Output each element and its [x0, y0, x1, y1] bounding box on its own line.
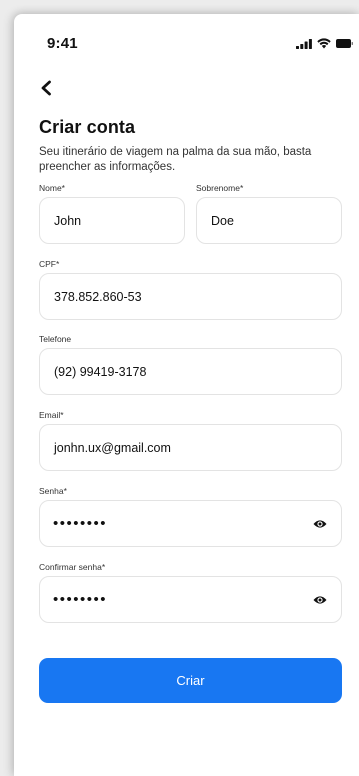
page-subtitle: Seu itinerário de viagem na palma da sua…	[39, 146, 312, 173]
telefone-input[interactable]: (92) 99419-3178	[39, 348, 342, 395]
sobrenome-label: Sobrenome*	[196, 183, 244, 193]
nome-label: Nome*	[39, 183, 65, 193]
cpf-input[interactable]: 378.852.860-53	[39, 273, 342, 320]
senha-value: ••••••••	[53, 515, 108, 532]
eye-icon[interactable]	[313, 518, 327, 530]
sobrenome-value: Doe	[211, 213, 234, 228]
back-chevron-icon[interactable]	[39, 80, 53, 96]
nome-value: John	[54, 213, 82, 228]
telefone-label: Telefone	[39, 334, 72, 344]
senha-label: Senha*	[39, 486, 67, 496]
confirmar-senha-value: ••••••••	[53, 591, 108, 608]
email-value: jonhn.ux@gmail.com	[54, 440, 171, 455]
nome-input[interactable]: John	[39, 197, 185, 244]
email-label: Email*	[39, 410, 64, 420]
page-title: Criar conta	[39, 117, 136, 137]
telefone-value: (92) 99419-3178	[54, 364, 147, 379]
confirmar-senha-label: Confirmar senha*	[39, 562, 106, 572]
status-time: 9:41	[47, 35, 78, 52]
status-bar: 9:41	[14, 14, 359, 70]
eye-icon[interactable]	[313, 594, 327, 606]
status-icons	[296, 38, 353, 49]
confirmar-senha-input[interactable]: ••••••••	[39, 576, 342, 623]
signal-icon	[296, 38, 312, 49]
cpf-value: 378.852.860-53	[54, 289, 142, 304]
phone-screen: 9:41 Criar conta Seu itinerário de viage…	[14, 14, 359, 776]
sobrenome-input[interactable]: Doe	[196, 197, 342, 244]
cpf-label: CPF*	[39, 259, 60, 269]
criar-button[interactable]: Criar	[39, 658, 342, 703]
battery-icon	[336, 39, 353, 48]
email-input[interactable]: jonhn.ux@gmail.com	[39, 424, 342, 471]
senha-input[interactable]: ••••••••	[39, 500, 342, 547]
wifi-icon	[317, 38, 331, 49]
